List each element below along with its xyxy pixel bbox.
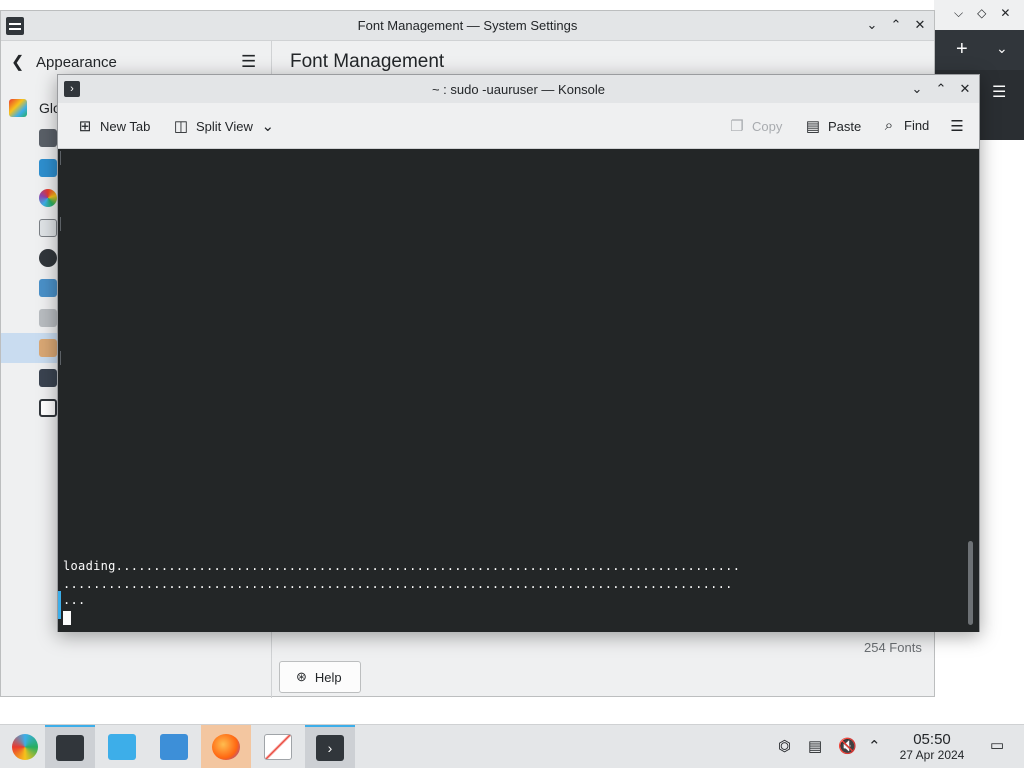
terminal-line: ........................................… — [63, 577, 733, 591]
new-tab-button[interactable]: ⊞ New Tab — [76, 117, 151, 135]
new-tab-label: New Tab — [100, 118, 151, 134]
split-view-icon: ◫ — [173, 118, 189, 135]
hamburger-menu-icon: ☰ — [950, 118, 964, 135]
application-style-icon — [39, 159, 57, 177]
keep-above-icon[interactable]: ◇ — [977, 6, 986, 21]
terminal-left-marker — [60, 351, 61, 365]
terminal-active-line-marker — [58, 591, 61, 619]
help-button-label: Help — [314, 669, 342, 685]
close-icon[interactable]: ✕ — [959, 81, 971, 97]
paste-button[interactable]: ▤ Paste — [804, 117, 861, 135]
help-button[interactable]: ⊛ Help — [279, 661, 361, 693]
terminal-line: loading.................................… — [63, 559, 741, 573]
taskbar-system-settings[interactable] — [45, 725, 95, 768]
hamburger-menu-icon[interactable]: ☰ — [241, 52, 256, 72]
launcher-icon — [12, 734, 38, 760]
font-count-label: 254 Fonts — [864, 640, 922, 655]
background-window-controls: ⌵ ◇ ✕ — [954, 6, 1010, 21]
terminal-left-marker — [60, 217, 61, 231]
fonts-icon — [39, 249, 57, 267]
taskbar-firefox[interactable] — [201, 725, 251, 768]
clipboard-icon[interactable]: ▤ — [808, 737, 822, 755]
copy-label: Copy — [752, 118, 783, 134]
taskbar: › ⏣ ▤ 🔇 ⌃ 05:50 27 Apr 2024 ▭ — [0, 724, 1024, 768]
taskbar-file-manager[interactable] — [149, 725, 199, 768]
taskbar-konsole[interactable]: › — [305, 725, 355, 768]
text-editor-icon — [264, 734, 292, 760]
minimize-icon[interactable]: ⌄ — [866, 17, 878, 33]
terminal-area[interactable]: loading.................................… — [58, 149, 979, 632]
maximize-icon[interactable]: ⌃ — [890, 17, 902, 33]
minimize-icon[interactable]: ⌄ — [911, 81, 923, 97]
colors-icon — [39, 189, 57, 207]
settings-window-title: Font Management — System Settings — [357, 18, 578, 33]
chevron-down-icon[interactable]: ⌵ — [954, 6, 963, 21]
konsole-window-controls: ⌄ ⌃ ✕ — [911, 81, 971, 97]
terminal-left-marker — [60, 151, 61, 165]
maximize-icon[interactable]: ⌃ — [935, 81, 947, 97]
clock-time: 05:50 — [913, 731, 951, 748]
settings-titlebar[interactable]: Font Management — System Settings ⌄ ⌃ ✕ — [1, 11, 934, 41]
paste-icon: ▤ — [805, 118, 821, 135]
konsole-icon: › — [316, 735, 344, 761]
find-label: Find — [904, 118, 930, 133]
clock[interactable]: 05:50 27 Apr 2024 — [895, 731, 969, 762]
font-management-icon — [39, 339, 57, 357]
terminal-line: ... — [63, 593, 86, 607]
konsole-menu-button[interactable]: ☰ — [948, 117, 966, 135]
file-manager-icon — [160, 734, 188, 760]
taskbar-discover[interactable] — [97, 725, 147, 768]
copy-icon: ❐ — [730, 118, 744, 135]
icons-icon — [39, 279, 57, 297]
split-view-button[interactable]: ◫ Split View ⌄ — [172, 117, 277, 135]
taskbar-text-editor[interactable] — [253, 725, 303, 768]
plasma-style-icon — [39, 129, 57, 147]
new-tab-icon: ⊞ — [78, 118, 92, 135]
show-desktop-icon[interactable]: ▭ — [990, 736, 1004, 754]
window-decorations-icon — [39, 219, 57, 237]
copy-button[interactable]: ❐ Copy — [728, 117, 782, 135]
chevron-down-icon: ⌄ — [261, 118, 275, 135]
konsole-titlebar[interactable]: › ~ : sudo -uauruser — Konsole ⌄ ⌃ ✕ — [58, 75, 979, 103]
clock-date: 27 Apr 2024 — [899, 748, 965, 762]
terminal-cursor — [63, 611, 71, 625]
find-button[interactable]: ⌕ Find — [880, 117, 930, 134]
hamburger-menu-icon[interactable]: ☰ — [992, 82, 1006, 102]
update-icon[interactable]: ⏣ — [778, 737, 791, 755]
terminal-scrollbar[interactable] — [968, 541, 973, 625]
settings-window-controls: ⌄ ⌃ ✕ — [866, 17, 926, 33]
close-icon[interactable]: ✕ — [1000, 6, 1010, 21]
paste-label: Paste — [828, 118, 862, 134]
close-icon[interactable]: ✕ — [914, 17, 926, 33]
breadcrumb[interactable]: Appearance — [36, 54, 117, 71]
chevron-up-icon[interactable]: ⌃ — [868, 737, 881, 755]
volume-muted-icon[interactable]: 🔇 — [838, 737, 857, 755]
new-tab-plus-icon[interactable]: + — [956, 38, 968, 61]
global-theme-icon — [9, 99, 27, 117]
chevron-down-icon[interactable]: ⌄ — [996, 40, 1008, 57]
page-title: Font Management — [290, 51, 445, 72]
background-window-tabbar: + ⌄ — [934, 30, 1024, 70]
discover-icon — [108, 734, 136, 760]
launcher-button[interactable] — [0, 725, 50, 768]
login-screen-icon — [39, 399, 57, 417]
system-settings-icon — [56, 735, 84, 761]
cursors-icon — [39, 309, 57, 327]
back-arrow-icon[interactable]: ❮ — [11, 52, 24, 72]
firefox-icon — [212, 734, 240, 760]
split-view-label: Split View — [196, 118, 253, 134]
konsole-window: › ~ : sudo -uauruser — Konsole ⌄ ⌃ ✕ ⊞ N… — [57, 74, 980, 632]
konsole-window-title: ~ : sudo -uauruser — Konsole — [431, 82, 606, 97]
konsole-toolbar: ⊞ New Tab ◫ Split View ⌄ ❐ Copy ▤ Paste … — [58, 103, 979, 149]
search-icon: ⌕ — [884, 117, 894, 134]
splash-screen-icon — [39, 369, 57, 387]
help-lifebuoy-icon: ⊛ — [296, 669, 307, 684]
